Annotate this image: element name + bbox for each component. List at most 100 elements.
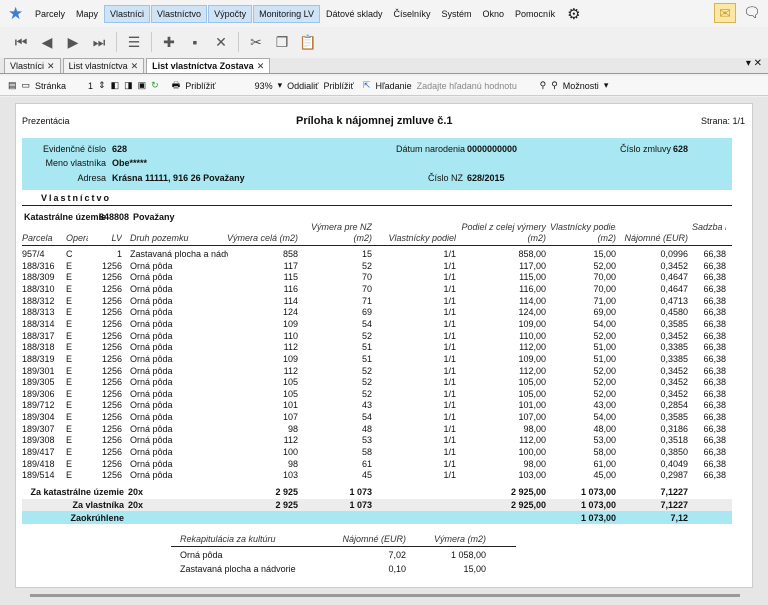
table-cell: 188/312	[22, 295, 55, 306]
tab-label: List vlastníctva	[68, 61, 128, 71]
table-cell: 70,00	[593, 283, 616, 294]
table-cell: 115,00	[519, 272, 546, 283]
tab-list-vlastnictva[interactable]: List vlastníctva ✕	[62, 58, 145, 73]
open-external-icon[interactable]: ⇱	[363, 80, 371, 91]
document-tabs: Vlastníci ✕ List vlastníctva ✕ List vlastn…	[0, 58, 768, 74]
table-cell: 109,00	[518, 318, 546, 329]
table-cell: 70	[361, 272, 372, 283]
menu-parcely[interactable]: Parcely	[30, 6, 70, 22]
menu-monitoring-lv[interactable]: Monitoring LV	[253, 4, 320, 23]
next-page-icon[interactable]: ◨	[124, 80, 133, 91]
menu-mapy[interactable]: Mapy	[71, 6, 103, 22]
table-cell: 188/310	[22, 283, 55, 294]
export-icon[interactable]: ▤	[8, 80, 17, 91]
zoom-out-button[interactable]: Oddialiť	[287, 81, 318, 91]
table-cell: 52,00	[593, 365, 616, 376]
summary-count: 20x	[128, 487, 144, 497]
add-icon[interactable]: ✚	[156, 34, 182, 51]
last-record-icon[interactable]: ⏭	[86, 34, 112, 51]
table-cell: 109,00	[518, 353, 546, 364]
table-cell: E	[66, 260, 73, 271]
cut-icon[interactable]: ✂	[243, 34, 269, 51]
delete-icon[interactable]: ✕	[208, 34, 234, 51]
refresh-icon[interactable]: ↻	[151, 80, 159, 91]
table-cell: Orná pôda	[130, 412, 173, 423]
table-cell: 1/1	[443, 423, 456, 434]
summary-value: 1 073	[349, 500, 372, 510]
search-options-icon[interactable]: ⚲	[551, 80, 558, 91]
horizontal-scrollbar[interactable]	[30, 594, 740, 597]
last-page-icon[interactable]: ▣	[138, 80, 147, 91]
close-icon[interactable]: ✕	[131, 61, 139, 72]
table-cell: 114,00	[519, 295, 546, 306]
table-cell: 112	[283, 365, 298, 376]
summary-value: 1 073,00	[580, 500, 616, 510]
chevron-down-icon[interactable]: ▾	[604, 80, 609, 91]
zoom-select[interactable]: 93%	[221, 81, 273, 91]
chat-icon[interactable]: 🗨	[743, 4, 761, 21]
table-cell: Orná pôda	[130, 260, 173, 271]
table-cell: 52	[361, 365, 372, 376]
menu-datove-sklady[interactable]: Dátové sklady	[321, 6, 388, 22]
previous-record-icon[interactable]: ◀	[34, 34, 60, 51]
gear-icon[interactable]: ⚙	[567, 5, 580, 23]
table-cell: 1/1	[443, 249, 456, 259]
menu-ciselniky[interactable]: Číselníky	[389, 6, 436, 22]
table-cell: 1256	[101, 272, 122, 283]
next-record-icon[interactable]: ▶	[60, 34, 86, 51]
page-spinner-icon[interactable]: ⇕	[98, 80, 106, 91]
table-cell: Orná pôda	[130, 342, 173, 353]
table-cell: 1256	[101, 447, 122, 458]
search-input[interactable]: Zadajte hľadanú hodnotu	[417, 81, 535, 91]
table-cell: 1256	[101, 435, 122, 446]
zoom-button[interactable]: Priblížiť	[324, 81, 354, 91]
paste-icon[interactable]: 📋	[295, 34, 321, 51]
table-cell: 957/4	[22, 249, 45, 259]
menu-vlastnici[interactable]: Vlastníci	[104, 4, 151, 23]
table-cell: 100,00	[518, 447, 546, 458]
table-cell: 1/1	[443, 342, 456, 353]
table-cell: E	[66, 307, 73, 318]
menu-system[interactable]: Systém	[437, 6, 477, 22]
nz-label: Číslo NZ	[428, 173, 464, 183]
menu-pomocnik[interactable]: Pomocník	[510, 6, 560, 22]
copy-icon[interactable]: ❐	[269, 34, 295, 51]
table-cell: Orná pôda	[130, 318, 173, 329]
options-button[interactable]: Možnosti	[563, 81, 599, 91]
table-cell: 66,38	[703, 412, 726, 423]
owner-label: Meno vlastníka	[45, 158, 106, 168]
tab-vlastnici[interactable]: Vlastníci ✕	[4, 58, 61, 73]
prev-page-icon[interactable]: ◧	[111, 80, 120, 91]
first-record-icon[interactable]: ⏮	[8, 34, 34, 51]
list-icon[interactable]: ☰	[121, 34, 147, 51]
print-icon[interactable]: 🖶	[172, 78, 181, 94]
table-cell: 48	[361, 423, 372, 434]
zoom-in-button[interactable]: Priblížiť	[185, 81, 215, 91]
close-icon[interactable]: ✕	[257, 61, 265, 72]
page-input[interactable]: 1	[71, 81, 93, 91]
table-cell: 0,0996	[660, 249, 688, 259]
search-icon[interactable]: ⚲	[540, 80, 547, 91]
tab-list-vlastnictva-zostava[interactable]: List vlastníctva Zostava ✕	[146, 58, 271, 73]
column-header: (m2)	[353, 233, 373, 243]
table-cell: 1256	[101, 388, 122, 399]
menu-okno[interactable]: Okno	[478, 6, 510, 22]
column-header: (m2)	[527, 233, 547, 243]
table-cell: 51	[361, 353, 372, 364]
save-icon[interactable]: ▪	[182, 34, 208, 50]
table-cell: 1256	[101, 318, 122, 329]
tab-controls[interactable]: ▾ ✕	[746, 58, 762, 69]
close-icon[interactable]: ✕	[47, 61, 55, 72]
table-cell: 51,00	[593, 342, 616, 353]
mail-icon[interactable]: ✉	[714, 3, 736, 23]
chevron-down-icon[interactable]: ▾	[278, 80, 283, 91]
page-setup-icon[interactable]: ▭	[22, 80, 31, 91]
toolbar-divider	[151, 32, 152, 52]
table-cell: 188/319	[22, 353, 55, 364]
table-cell: 0,3452	[660, 388, 688, 399]
menu-vypocty[interactable]: Výpočty	[208, 4, 253, 23]
table-cell: 53	[361, 435, 372, 446]
favorites-star-icon[interactable]: ★	[8, 5, 24, 22]
table-cell: 0,4647	[660, 283, 688, 294]
menu-vlastnictvo[interactable]: Vlastníctvo	[151, 4, 208, 23]
